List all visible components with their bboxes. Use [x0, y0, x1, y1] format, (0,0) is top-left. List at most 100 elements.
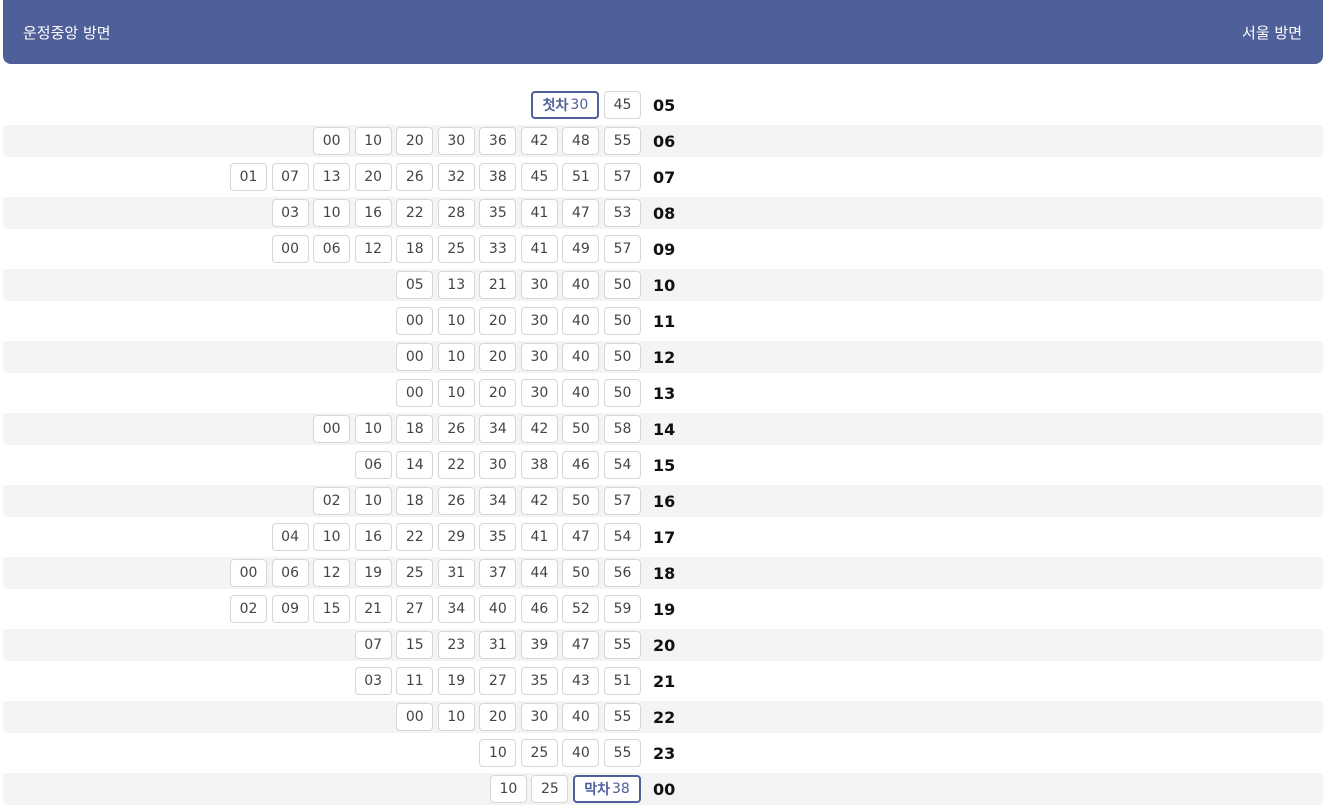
- minute-chip[interactable]: 59: [604, 595, 641, 623]
- minute-chip[interactable]: 19: [354, 559, 392, 587]
- minute-chip[interactable]: 07: [354, 631, 392, 659]
- minute-chip[interactable]: 02: [313, 487, 351, 515]
- minute-chip[interactable]: 00: [396, 379, 434, 407]
- minute-chip[interactable]: 22: [396, 199, 434, 227]
- minute-chip[interactable]: 19: [437, 667, 475, 695]
- minute-chip[interactable]: 41: [520, 199, 558, 227]
- minute-chip[interactable]: 26: [437, 415, 475, 443]
- minute-chip[interactable]: 20: [479, 379, 517, 407]
- minute-chip[interactable]: 06: [354, 451, 392, 479]
- minute-chip[interactable]: 30: [520, 703, 558, 731]
- minute-chip[interactable]: 51: [562, 163, 600, 191]
- minute-chip[interactable]: 25: [437, 235, 475, 263]
- minute-chip[interactable]: 40: [562, 307, 600, 335]
- minute-chip[interactable]: 06: [271, 559, 309, 587]
- minute-chip[interactable]: 34: [479, 487, 517, 515]
- minute-chip[interactable]: 54: [604, 451, 641, 479]
- minute-chip[interactable]: 33: [479, 235, 517, 263]
- minute-chip[interactable]: 30: [437, 127, 475, 155]
- minute-chip[interactable]: 57: [604, 163, 641, 191]
- minute-chip[interactable]: 27: [479, 667, 517, 695]
- minute-chip[interactable]: 10: [313, 523, 351, 551]
- minute-chip[interactable]: 16: [354, 523, 392, 551]
- minute-chip[interactable]: 35: [479, 199, 517, 227]
- minute-chip[interactable]: 18: [396, 415, 434, 443]
- minute-chip[interactable]: 07: [271, 163, 309, 191]
- minute-chip[interactable]: 21: [479, 271, 517, 299]
- minute-chip[interactable]: 25: [396, 559, 434, 587]
- minute-chip[interactable]: 39: [520, 631, 558, 659]
- minute-chip[interactable]: 21: [354, 595, 392, 623]
- minute-chip[interactable]: 47: [562, 523, 600, 551]
- minute-chip[interactable]: 14: [396, 451, 434, 479]
- minute-chip[interactable]: 34: [437, 595, 475, 623]
- minute-chip[interactable]: 55: [604, 739, 641, 767]
- minute-chip[interactable]: 58: [604, 415, 641, 443]
- minute-chip[interactable]: 10: [354, 415, 392, 443]
- minute-chip[interactable]: 13: [437, 271, 475, 299]
- minute-chip[interactable]: 40: [562, 271, 600, 299]
- minute-chip[interactable]: 10: [489, 775, 527, 803]
- minute-chip[interactable]: 37: [479, 559, 517, 587]
- minute-chip[interactable]: 12: [313, 559, 351, 587]
- minute-chip[interactable]: 20: [479, 307, 517, 335]
- minute-chip[interactable]: 50: [562, 415, 600, 443]
- minute-chip[interactable]: 50: [604, 307, 641, 335]
- minute-chip[interactable]: 23: [437, 631, 475, 659]
- minute-chip[interactable]: 45: [604, 91, 641, 119]
- minute-chip[interactable]: 32: [437, 163, 475, 191]
- minute-chip[interactable]: 30: [520, 307, 558, 335]
- minute-chip[interactable]: 25: [531, 775, 569, 803]
- minute-chip[interactable]: 03: [271, 199, 309, 227]
- minute-chip[interactable]: 36: [479, 127, 517, 155]
- minute-chip[interactable]: 55: [604, 703, 641, 731]
- minute-chip[interactable]: 49: [562, 235, 600, 263]
- minute-chip[interactable]: 05: [396, 271, 434, 299]
- minute-chip[interactable]: 57: [604, 235, 641, 263]
- minute-chip[interactable]: 26: [396, 163, 434, 191]
- minute-chip[interactable]: 00: [271, 235, 309, 263]
- minute-chip[interactable]: 00: [396, 703, 434, 731]
- minute-chip[interactable]: 50: [604, 271, 641, 299]
- minute-chip[interactable]: 31: [479, 631, 517, 659]
- minute-chip[interactable]: 50: [562, 487, 600, 515]
- minute-chip[interactable]: 34: [479, 415, 517, 443]
- minute-chip[interactable]: 52: [562, 595, 600, 623]
- minute-chip[interactable]: 29: [437, 523, 475, 551]
- minute-chip[interactable]: 00: [313, 127, 351, 155]
- minute-chip[interactable]: 20: [396, 127, 434, 155]
- minute-chip[interactable]: 46: [562, 451, 600, 479]
- minute-chip[interactable]: 00: [313, 415, 351, 443]
- minute-chip[interactable]: 56: [604, 559, 641, 587]
- minute-chip[interactable]: 03: [354, 667, 392, 695]
- minute-chip[interactable]: 51: [604, 667, 641, 695]
- minute-chip[interactable]: 00: [230, 559, 268, 587]
- minute-chip[interactable]: 48: [562, 127, 600, 155]
- minute-chip[interactable]: 04: [271, 523, 309, 551]
- minute-chip[interactable]: 09: [271, 595, 309, 623]
- minute-chip[interactable]: 20: [479, 703, 517, 731]
- minute-chip[interactable]: 35: [520, 667, 558, 695]
- minute-chip[interactable]: 41: [520, 523, 558, 551]
- minute-chip[interactable]: 20: [354, 163, 392, 191]
- minute-chip[interactable]: 00: [396, 343, 434, 371]
- minute-chip[interactable]: 02: [230, 595, 268, 623]
- minute-chip[interactable]: 10: [313, 199, 351, 227]
- minute-chip[interactable]: 25: [520, 739, 558, 767]
- minute-chip[interactable]: 42: [520, 415, 558, 443]
- minute-chip[interactable]: 06: [313, 235, 351, 263]
- minute-chip[interactable]: 40: [562, 379, 600, 407]
- minute-chip[interactable]: 50: [604, 379, 641, 407]
- minute-chip[interactable]: 45: [520, 163, 558, 191]
- minute-chip[interactable]: 30: [479, 451, 517, 479]
- minute-chip[interactable]: 12: [354, 235, 392, 263]
- first-train-chip[interactable]: 첫차 30: [531, 91, 600, 119]
- minute-chip[interactable]: 40: [562, 703, 600, 731]
- minute-chip[interactable]: 31: [437, 559, 475, 587]
- minute-chip[interactable]: 43: [562, 667, 600, 695]
- minute-chip[interactable]: 10: [437, 307, 475, 335]
- minute-chip[interactable]: 22: [437, 451, 475, 479]
- minute-chip[interactable]: 54: [604, 523, 641, 551]
- minute-chip[interactable]: 50: [604, 343, 641, 371]
- minute-chip[interactable]: 27: [396, 595, 434, 623]
